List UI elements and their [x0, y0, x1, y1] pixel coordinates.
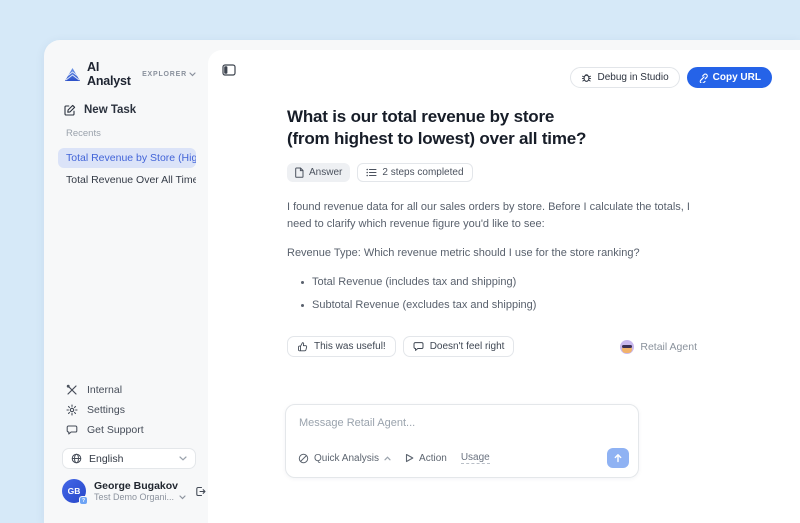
bullet-dot	[301, 304, 304, 307]
list-item: Total Revenue (includes tax and shipping…	[301, 274, 697, 291]
answer-badge-label: Answer	[309, 167, 342, 178]
sidebar-item-get-support[interactable]: Get Support	[66, 424, 196, 436]
debug-in-studio-button[interactable]: Debug in Studio	[570, 67, 679, 88]
speech-bubble-icon	[413, 341, 424, 352]
agent-name: Retail Agent	[640, 341, 697, 353]
new-task-button[interactable]: New Task	[64, 104, 196, 116]
thumbs-up-icon	[297, 341, 308, 352]
chat-bubble-icon	[66, 424, 78, 436]
answer-paragraph-2: Revenue Type: Which revenue metric shoul…	[287, 245, 697, 262]
sidebar-item-internal[interactable]: Internal	[66, 384, 196, 396]
sidebar: AI Analyst EXPLORER New Task Recents Tot…	[44, 40, 208, 523]
logo[interactable]: AI Analyst EXPLORER	[64, 60, 196, 88]
arrow-up-icon	[613, 453, 623, 463]
feedback-not-right-button[interactable]: Doesn't feel right	[403, 336, 515, 357]
profile-section[interactable]: GB ? George Bugakov Test Demo Organi...	[62, 479, 196, 503]
explorer-switcher[interactable]: EXPLORER	[142, 71, 196, 78]
internal-label: Internal	[87, 384, 122, 396]
recents-heading: Recents	[66, 128, 196, 139]
play-outline-icon	[405, 453, 414, 463]
answer-text: I found revenue data for all our sales o…	[287, 199, 697, 314]
circle-trend-icon	[298, 453, 309, 464]
debug-label: Debug in Studio	[597, 72, 668, 83]
steps-badge-label: 2 steps completed	[382, 167, 463, 178]
list-icon	[366, 168, 377, 177]
chevron-down-icon	[179, 456, 187, 461]
gear-icon	[66, 404, 78, 416]
main-panel: Debug in Studio Copy URL What is our tot…	[208, 50, 800, 523]
bullet-dot	[301, 281, 304, 284]
avatar-initials: GB	[68, 486, 81, 496]
language-select[interactable]: English	[62, 448, 196, 469]
title-line-1: What is our total revenue by store	[287, 106, 697, 128]
message-composer: Quick Analysis Action Usage	[285, 404, 639, 478]
copy-url-label: Copy URL	[713, 72, 761, 83]
sidebar-item-recent-1[interactable]: Total Revenue Over All Time	[58, 170, 196, 190]
page-title: What is our total revenue by store (from…	[287, 106, 697, 150]
language-value: English	[89, 453, 123, 465]
chevron-up-icon	[384, 456, 391, 461]
logo-icon	[64, 67, 81, 82]
title-line-2: (from highest to lowest) over all time?	[287, 128, 697, 150]
send-button[interactable]	[607, 448, 629, 468]
agent-chip: Retail Agent	[620, 340, 697, 354]
sign-out-button[interactable]	[194, 485, 207, 498]
avatar-badge: ?	[79, 496, 88, 505]
app-window: AI Analyst EXPLORER New Task Recents Tot…	[44, 40, 800, 523]
settings-label: Settings	[87, 404, 125, 416]
chevron-down-icon	[189, 72, 196, 77]
message-input[interactable]	[286, 405, 638, 443]
feedback-useful-label: This was useful!	[314, 341, 386, 352]
profile-name: George Bugakov	[94, 480, 186, 492]
feedback-useful-button[interactable]: This was useful!	[287, 336, 396, 357]
sidebar-toggle-button[interactable]	[222, 64, 236, 76]
quick-analysis-label: Quick Analysis	[314, 453, 379, 464]
profile-org: Test Demo Organi...	[94, 492, 174, 502]
avatar: GB ?	[62, 479, 86, 503]
bug-icon	[581, 72, 592, 83]
answer-badge: Answer	[287, 163, 350, 182]
bullet-text-2: Subtotal Revenue (excludes tax and shipp…	[312, 297, 536, 314]
document-icon	[295, 167, 304, 178]
action-label: Action	[419, 453, 447, 464]
list-item: Subtotal Revenue (excludes tax and shipp…	[301, 297, 697, 314]
sign-out-icon	[194, 485, 207, 498]
get-support-label: Get Support	[87, 424, 144, 436]
feedback-not-right-label: Doesn't feel right	[430, 341, 505, 352]
app-title: AI Analyst	[87, 60, 134, 88]
crossed-tools-icon	[66, 384, 78, 396]
explorer-label: EXPLORER	[142, 71, 187, 78]
link-icon	[698, 73, 708, 83]
usage-link[interactable]: Usage	[461, 452, 490, 464]
globe-icon	[71, 453, 82, 464]
agent-avatar	[620, 340, 634, 354]
action-button[interactable]: Action	[405, 453, 447, 464]
answer-paragraph-1: I found revenue data for all our sales o…	[287, 199, 697, 233]
pencil-square-icon	[64, 104, 76, 116]
sidebar-item-settings[interactable]: Settings	[66, 404, 196, 416]
copy-url-button[interactable]: Copy URL	[687, 67, 772, 88]
quick-analysis-dropdown[interactable]: Quick Analysis	[298, 453, 391, 464]
sidebar-item-recent-0[interactable]: Total Revenue by Store (Highest ...	[58, 148, 196, 168]
new-task-label: New Task	[84, 104, 136, 116]
steps-completed-button[interactable]: 2 steps completed	[357, 163, 472, 182]
bullet-text-1: Total Revenue (includes tax and shipping…	[312, 274, 516, 291]
chevron-down-icon[interactable]	[179, 495, 186, 500]
sidebar-toggle-icon	[222, 64, 236, 76]
